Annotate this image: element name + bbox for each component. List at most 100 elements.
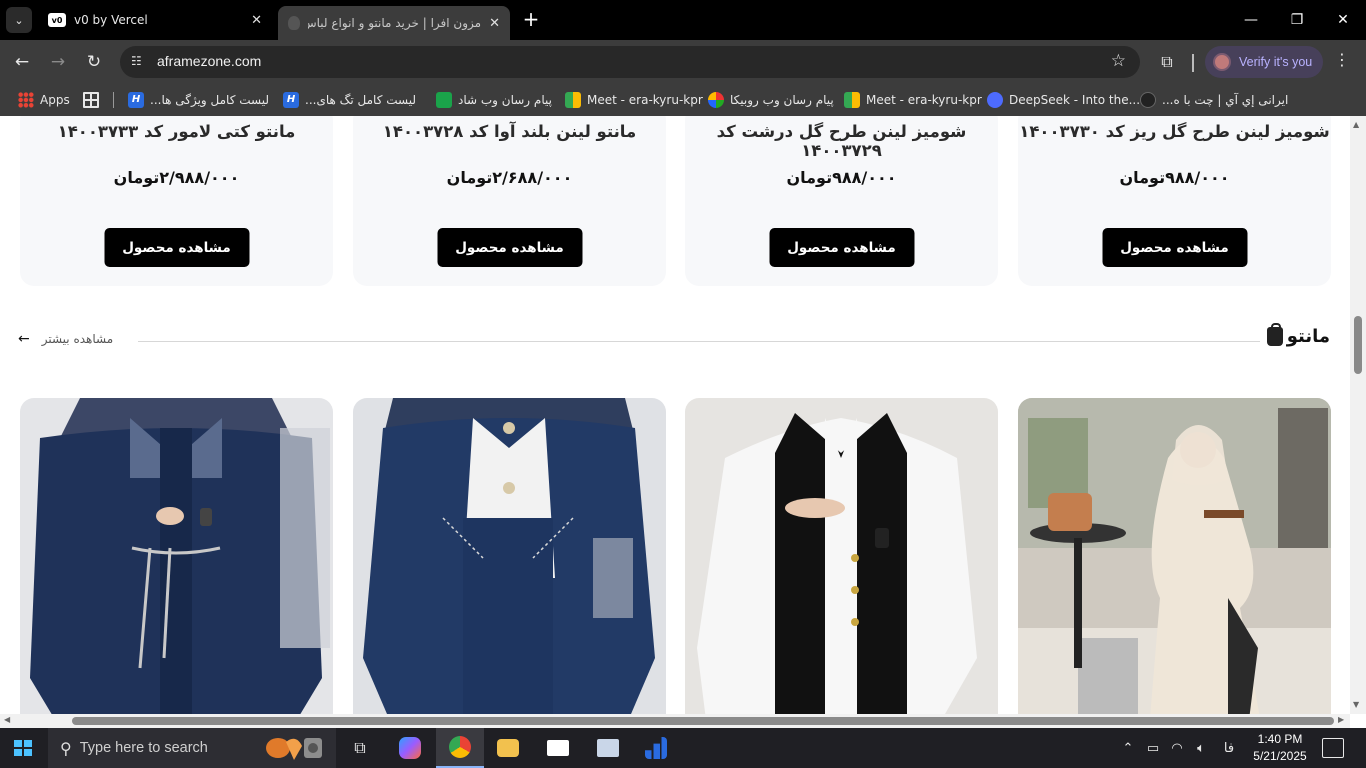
bookmark-features-list[interactable]: H لیست کامل ویژگی ها... [128,84,269,116]
product-price: ۹۸۸/۰۰۰تومان [1119,168,1230,187]
bookmark-shad[interactable]: پیام رسان وب شاد [436,84,552,116]
tab-search-icon[interactable]: ⌄ [6,7,32,33]
v0-icon: v0 [48,13,66,27]
profile-label: Verify it's you [1239,55,1313,69]
site-info-icon[interactable]: ☷ [131,54,147,70]
product-image[interactable] [20,398,333,714]
product-title[interactable]: مانتو کتی لامور کد ۱۴۰۰۳۷۳۳ [20,122,333,141]
back-icon[interactable]: ← [9,49,35,75]
toolbar-divider [1192,54,1194,72]
bookmark-grid[interactable] [83,84,105,116]
bookmark-meet-1[interactable]: Meet - era-kyru-kpr [565,84,703,116]
view-product-button[interactable]: مشاهده محصول [1102,228,1247,267]
windows-start-icon[interactable] [14,740,32,756]
product-card: شومیز لینن طرح گل ریز کد ۱۴۰۰۳۷۳۰ ۹۸۸/۰۰… [1018,116,1331,286]
restore-button[interactable]: ❐ [1274,0,1320,40]
avatar [1213,53,1231,71]
taskbar-search[interactable]: ⚲ Type here to search [48,728,336,768]
product-card: مانتو لینن بلند آوا کد ۱۴۰۰۳۷۲۸ ۲/۶۸۸/۰۰… [353,116,666,286]
profile-button[interactable]: Verify it's you [1205,46,1323,78]
product-price: ۲/۶۸۸/۰۰۰تومان [446,168,573,187]
close-window-button[interactable]: ✕ [1320,0,1366,40]
scroll-down-icon[interactable]: ▼ [1353,700,1359,709]
chrome-icon[interactable] [436,728,484,768]
wifi-icon[interactable]: ◠ [1166,728,1188,768]
meet-icon [844,92,860,108]
minimize-button[interactable]: — [1228,0,1274,40]
kebab-menu-icon[interactable]: ⋮ [1334,50,1350,74]
bookmark-deepseek[interactable]: DeepSeek - Into the... [987,84,1140,116]
section-title-text: مانتو [1286,326,1330,347]
extensions-icon[interactable]: ⧉ [1155,50,1179,74]
view-product-button[interactable]: مشاهده محصول [437,228,582,267]
scroll-left-icon[interactable]: ◀ [4,715,10,724]
meet-icon [565,92,581,108]
tab-title: v0 by Vercel [74,13,148,27]
bookmark-star-icon[interactable]: ☆ [1111,51,1126,71]
view-product-button[interactable]: مشاهده محصول [769,228,914,267]
page-viewport: شومیز لینن طرح گل ریز کد ۱۴۰۰۳۷۳۰ ۹۸۸/۰۰… [0,116,1350,714]
volume-icon[interactable]: 🔈︎ [1190,728,1212,768]
product-card: مانتو کتی لامور کد ۱۴۰۰۳۷۳۳ ۲/۹۸۸/۰۰۰توم… [20,116,333,286]
task-view-icon[interactable]: ⧉ [336,728,384,768]
notification-icon[interactable] [1322,738,1344,758]
product-image[interactable] [353,398,666,714]
view-product-button[interactable]: مشاهده محصول [104,228,249,267]
jira-icon: H [283,92,299,108]
rubika-icon [708,92,724,108]
bot-icon [1140,92,1156,108]
bookmark-label: پیام رسان وب روبیکا [730,93,834,107]
copilot-icon[interactable] [386,728,434,768]
clock-time: 1:40 PM [1257,732,1303,746]
product-title[interactable]: مانتو لینن بلند آوا کد ۱۴۰۰۳۷۲۸ [353,122,666,141]
url-text[interactable]: aframezone.com [157,53,261,69]
bookmark-rubika[interactable]: پیام رسان وب روبیکا [708,84,834,116]
scrollbar-thumb[interactable] [1354,316,1362,374]
bookmark-meet-2[interactable]: Meet - era-kyru-kpr [844,84,982,116]
bookmark-irani-ai[interactable]: ایرانی إي آي | چت با ه... [1140,84,1288,116]
system-monitor-icon[interactable] [584,728,632,768]
search-highlight-icon [266,738,322,760]
scroll-right-icon[interactable]: ▶ [1338,715,1344,724]
file-explorer-icon[interactable] [484,728,532,768]
new-tab-button[interactable]: + [520,8,542,30]
afra-icon [288,16,300,30]
close-icon[interactable]: ✕ [489,16,500,31]
product-card: شومیز لینن طرح گل درشت کد ۱۴۰۰۳۷۲۹ ۹۸۸/۰… [685,116,998,286]
horizontal-scrollbar[interactable]: ◀ ▶ [0,714,1350,728]
bookmark-label: پیام رسان وب شاد [458,93,552,107]
reload-icon[interactable]: ↻ [81,49,107,75]
shad-icon [436,92,452,108]
product-title[interactable]: شومیز لینن طرح گل درشت کد ۱۴۰۰۳۷۲۹ [685,122,998,160]
language-indicator[interactable]: فا [1218,728,1240,768]
arrow-left-icon: ← [18,331,30,347]
close-icon[interactable]: ✕ [251,13,262,28]
bookmark-apps[interactable]: Apps [18,84,70,116]
product-price: ۹۸۸/۰۰۰تومان [786,168,897,187]
chevron-up-icon[interactable]: ⌃ [1118,728,1138,768]
bookmark-label: ایرانی إي آي | چت با ه... [1162,93,1289,107]
windows-taskbar: ⚲ Type here to search ⧉ ⌃ ▭ ◠ 🔈︎ فا 1:40… [0,728,1366,768]
bookmark-tags-list[interactable]: H لیست کامل تگ های... [283,84,416,116]
tab-aframezone[interactable]: مزون افرا | خرید مانتو و انواع لباس ✕ [278,6,510,40]
tab-v0[interactable]: v0 v0 by Vercel ✕ [38,0,272,40]
product-image[interactable] [1018,398,1331,714]
section-divider [138,341,1260,342]
product-title[interactable]: شومیز لینن طرح گل ریز کد ۱۴۰۰۳۷۳۰ [1018,122,1331,141]
apps-icon [18,92,34,108]
battery-icon[interactable]: ▭ [1142,728,1164,768]
scrollbar-thumb[interactable] [72,717,1334,725]
see-more-link[interactable]: ← مشاهده بیشتر [18,331,113,347]
forward-icon[interactable]: → [45,49,71,75]
product-image[interactable] [685,398,998,714]
mail-icon[interactable] [534,728,582,768]
section-title: مانتو [1266,323,1330,347]
address-bar[interactable]: ☷ aframezone.com ☆ [120,46,1140,78]
vertical-scrollbar[interactable]: ▲ ▼ [1350,116,1366,714]
bookmark-label: Meet - era-kyru-kpr [866,93,982,107]
clock[interactable]: 1:40 PM 5/21/2025 [1248,731,1312,765]
scroll-up-icon[interactable]: ▲ [1353,120,1359,129]
deepseek-icon [987,92,1003,108]
analytics-app-icon[interactable] [632,728,680,768]
tab-strip: ⌄ v0 v0 by Vercel ✕ مزون افرا | خرید مان… [0,0,1366,40]
